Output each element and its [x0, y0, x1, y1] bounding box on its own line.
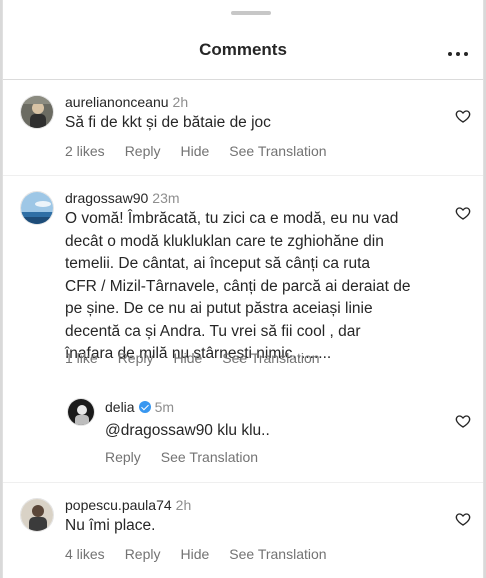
- page-title: Comments: [199, 40, 287, 59]
- more-options-icon[interactable]: [446, 50, 470, 58]
- verified-badge-icon: [138, 401, 151, 413]
- see-translation-button[interactable]: See Translation: [222, 350, 319, 366]
- comment-divider: [3, 482, 483, 483]
- see-translation-button[interactable]: See Translation: [229, 546, 326, 562]
- drag-handle[interactable]: [231, 11, 271, 15]
- see-translation-button[interactable]: See Translation: [229, 143, 326, 159]
- comments-sheet: Comments aurelianonceanu 2h Să fi de kkt …: [2, 0, 484, 578]
- hide-button[interactable]: Hide: [180, 546, 209, 562]
- comment-actions: 4 likes Reply Hide See Translation: [65, 546, 327, 562]
- comment-text: Nu îmi place.: [65, 517, 156, 534]
- comment-username[interactable]: popescu.paula74: [65, 497, 172, 513]
- reply-button[interactable]: Reply: [125, 546, 161, 562]
- avatar[interactable]: [20, 191, 54, 225]
- comment-text: @dragossaw90 klu klu..: [105, 422, 270, 439]
- heart-icon[interactable]: [455, 511, 471, 527]
- comment-username[interactable]: aurelianonceanu: [65, 94, 169, 110]
- comment-username[interactable]: dragossaw90: [65, 190, 148, 206]
- comment-time: 5m: [154, 399, 175, 415]
- hide-button[interactable]: Hide: [180, 143, 209, 159]
- comment-text: Să fi de kkt și de bătaie de joc: [65, 114, 271, 131]
- likes-count[interactable]: 1 like: [65, 350, 98, 366]
- comment-actions: 2 likes Reply Hide See Translation: [65, 143, 327, 159]
- comment-time: 2h: [172, 94, 189, 110]
- heart-icon[interactable]: [455, 108, 471, 124]
- comment-actions: Reply See Translation: [105, 449, 258, 465]
- see-translation-button[interactable]: See Translation: [161, 449, 258, 465]
- reply-button[interactable]: Reply: [118, 350, 154, 366]
- heart-icon[interactable]: [455, 205, 471, 221]
- heart-icon[interactable]: [455, 413, 471, 429]
- avatar[interactable]: [20, 95, 54, 129]
- comment-divider: [3, 175, 483, 176]
- comment-time: 23m: [152, 190, 180, 206]
- avatar[interactable]: [67, 398, 95, 426]
- reply-button[interactable]: Reply: [125, 143, 161, 159]
- likes-count[interactable]: 2 likes: [65, 143, 105, 159]
- comment-username[interactable]: delia: [105, 399, 135, 415]
- likes-count[interactable]: 4 likes: [65, 546, 105, 562]
- avatar[interactable]: [20, 498, 54, 532]
- hide-button[interactable]: Hide: [173, 350, 202, 366]
- comment-actions: 1 like Reply Hide See Translation: [65, 350, 320, 366]
- reply-button[interactable]: Reply: [105, 449, 141, 465]
- comment-time: 2h: [175, 497, 192, 513]
- header-divider: [3, 79, 483, 80]
- comment-text: O vomă! Îmbrăcată, tu zici ca e modă, eu…: [65, 210, 411, 362]
